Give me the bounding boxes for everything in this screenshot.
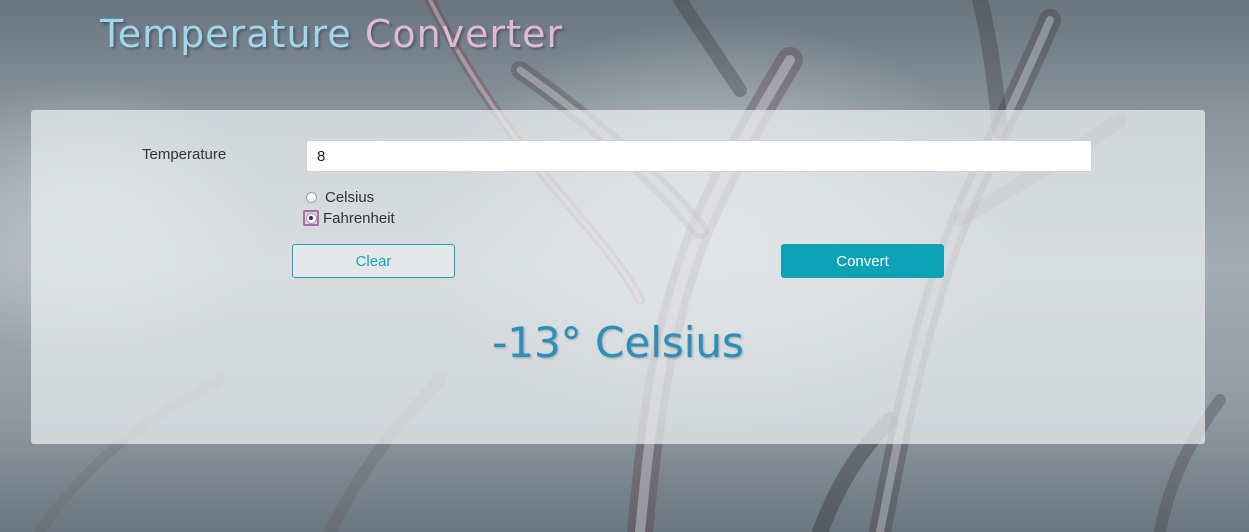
celsius-label: Celsius (325, 188, 375, 206)
fahrenheit-radio[interactable] (305, 212, 317, 224)
app-title-accent: Converter (364, 12, 564, 56)
convert-button[interactable]: Convert (781, 244, 944, 278)
celsius-radio[interactable] (306, 191, 317, 203)
app-title: Temperature Converter (100, 12, 563, 56)
focus-ring (303, 210, 319, 226)
converter-panel: Temperature Celsius Fahrenheit Clear Con… (31, 110, 1205, 444)
conversion-result: -13° Celsius (492, 318, 744, 367)
app-title-main: Temperature (100, 12, 352, 56)
clear-button[interactable]: Clear (292, 244, 455, 278)
temperature-input[interactable] (306, 140, 1092, 172)
radio-option-fahrenheit[interactable]: Fahrenheit (303, 208, 395, 228)
temperature-label: Temperature (142, 146, 227, 163)
radio-option-celsius[interactable]: Celsius (305, 187, 374, 207)
fahrenheit-label: Fahrenheit (323, 209, 395, 227)
